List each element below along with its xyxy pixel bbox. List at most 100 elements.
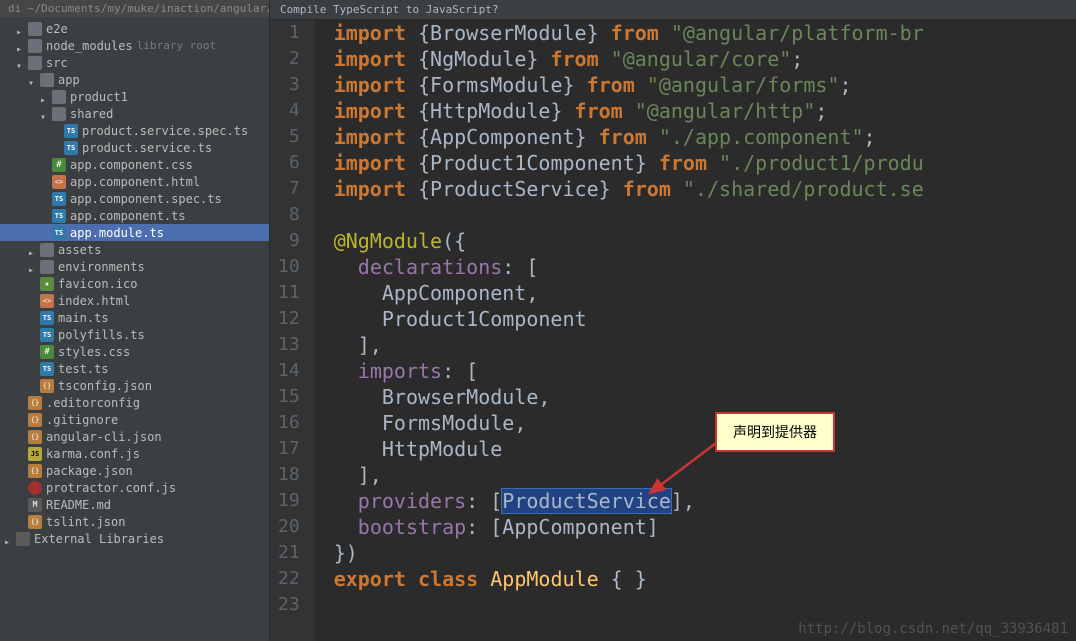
tree-item-environments[interactable]: environments	[0, 258, 269, 275]
tree-item-product-service-ts[interactable]: product.service.ts	[0, 139, 269, 156]
tree-item-readme-md[interactable]: README.md	[0, 496, 269, 513]
code-token: HttpModule	[382, 437, 502, 461]
md-icon	[28, 498, 42, 512]
tree-item-main-ts[interactable]: main.ts	[0, 309, 269, 326]
code-token: "@angular/core"	[611, 47, 792, 71]
code-line[interactable]	[334, 202, 1076, 228]
project-tree-sidebar[interactable]: di ~/Documents/my/muke/inaction/angular/…	[0, 0, 270, 641]
expand-arrow-icon[interactable]	[28, 75, 38, 85]
code-line[interactable]: import {ProductService} from "./shared/p…	[334, 176, 1076, 202]
code-line[interactable]: FormsModule,	[334, 410, 1076, 436]
code-token: FormsModule	[430, 73, 562, 97]
tree-item-polyfills-ts[interactable]: polyfills.ts	[0, 326, 269, 343]
tree-item-tsconfig-json[interactable]: tsconfig.json	[0, 377, 269, 394]
tree-item-index-html[interactable]: index.html	[0, 292, 269, 309]
code-token: {	[406, 125, 430, 149]
expand-arrow-icon	[28, 381, 38, 391]
tree-item-karma-conf-js[interactable]: karma.conf.js	[0, 445, 269, 462]
tree-item-external-libraries[interactable]: External Libraries	[0, 530, 269, 547]
code-line[interactable]: AppComponent,	[334, 280, 1076, 306]
expand-arrow-icon	[16, 415, 26, 425]
code-token	[334, 437, 382, 461]
code-line[interactable]: imports: [	[334, 358, 1076, 384]
code-content[interactable]: import {BrowserModule} from "@angular/pl…	[314, 20, 1076, 641]
tree-item-assets[interactable]: assets	[0, 241, 269, 258]
tree-item-app-component-ts[interactable]: app.component.ts	[0, 207, 269, 224]
code-area[interactable]: 1234567891011121314151617181920212223 im…	[270, 20, 1076, 641]
code-line[interactable]: import {HttpModule} from "@angular/http"…	[334, 98, 1076, 124]
expand-arrow-icon	[16, 449, 26, 459]
tree-item-app-component-spec-ts[interactable]: app.component.spec.ts	[0, 190, 269, 207]
line-number: 17	[278, 436, 300, 462]
code-line[interactable]: import {FormsModule} from "@angular/form…	[334, 72, 1076, 98]
code-line[interactable]: ],	[334, 332, 1076, 358]
expand-arrow-icon[interactable]	[28, 262, 38, 272]
tree-item-app[interactable]: app	[0, 71, 269, 88]
expand-arrow-icon[interactable]	[40, 92, 50, 102]
code-line[interactable]: import {Product1Component} from "./produ…	[334, 150, 1076, 176]
code-line[interactable]: @NgModule({	[334, 228, 1076, 254]
code-token: {	[406, 73, 430, 97]
code-token: from	[659, 151, 707, 175]
code-token	[635, 73, 647, 97]
json-icon	[28, 413, 42, 427]
tree-item-styles-css[interactable]: styles.css	[0, 343, 269, 360]
line-number: 8	[278, 202, 300, 228]
tree-item-src[interactable]: src	[0, 54, 269, 71]
code-line[interactable]: declarations: [	[334, 254, 1076, 280]
code-line[interactable]: import {BrowserModule} from "@angular/pl…	[334, 20, 1076, 46]
tree-item-angular-cli-json[interactable]: angular-cli.json	[0, 428, 269, 445]
tree-item--editorconfig[interactable]: .editorconfig	[0, 394, 269, 411]
code-token: {	[406, 47, 430, 71]
code-line[interactable]: bootstrap: [AppComponent]	[334, 514, 1076, 540]
code-line[interactable]: BrowserModule,	[334, 384, 1076, 410]
code-token: from	[587, 73, 635, 97]
tree-item-product-service-spec-ts[interactable]: product.service.spec.ts	[0, 122, 269, 139]
expand-arrow-icon	[28, 313, 38, 323]
tree-item-package-json[interactable]: package.json	[0, 462, 269, 479]
expand-arrow-icon[interactable]	[16, 41, 26, 51]
line-number: 22	[278, 566, 300, 592]
expand-arrow-icon[interactable]	[28, 245, 38, 255]
json-icon	[28, 464, 42, 478]
file-tree[interactable]: e2enode_moduleslibrary rootsrcappproduct…	[0, 17, 269, 550]
compile-hint-text: Compile TypeScript to JavaScript?	[280, 3, 499, 16]
code-line[interactable]: })	[334, 540, 1076, 566]
code-token: ProductService	[430, 177, 599, 201]
tree-item-e2e[interactable]: e2e	[0, 20, 269, 37]
code-token: ,	[538, 385, 550, 409]
expand-arrow-icon[interactable]	[40, 109, 50, 119]
tree-item-app-component-html[interactable]: app.component.html	[0, 173, 269, 190]
tree-item-protractor-conf-js[interactable]: protractor.conf.js	[0, 479, 269, 496]
tree-item-label: favicon.ico	[58, 277, 137, 291]
tree-item-label: app.component.spec.ts	[70, 192, 222, 206]
code-token: from	[623, 177, 671, 201]
code-token: }	[599, 177, 623, 201]
code-line[interactable]: export class AppModule { }	[334, 566, 1076, 592]
code-token: {	[406, 21, 430, 45]
tree-item-tslint-json[interactable]: tslint.json	[0, 513, 269, 530]
code-token: bootstrap	[358, 515, 466, 539]
tree-item--gitignore[interactable]: .gitignore	[0, 411, 269, 428]
compile-hint-bar[interactable]: Compile TypeScript to JavaScript?	[270, 0, 1076, 20]
code-line[interactable]: import {AppComponent} from "./app.compon…	[334, 124, 1076, 150]
tree-item-label: README.md	[46, 498, 111, 512]
code-line[interactable]	[334, 592, 1076, 618]
tree-item-favicon-ico[interactable]: favicon.ico	[0, 275, 269, 292]
tree-item-app-component-css[interactable]: app.component.css	[0, 156, 269, 173]
tree-item-product1[interactable]: product1	[0, 88, 269, 105]
tree-item-node-modules[interactable]: node_moduleslibrary root	[0, 37, 269, 54]
expand-arrow-icon[interactable]	[16, 24, 26, 34]
code-line[interactable]: import {NgModule} from "@angular/core";	[334, 46, 1076, 72]
expand-arrow-icon	[16, 517, 26, 527]
code-editor[interactable]: Compile TypeScript to JavaScript? 123456…	[270, 0, 1076, 641]
tree-item-shared[interactable]: shared	[0, 105, 269, 122]
code-token: }	[635, 151, 659, 175]
line-number: 19	[278, 488, 300, 514]
tree-item-app-module-ts[interactable]: app.module.ts	[0, 224, 269, 241]
expand-arrow-icon[interactable]	[4, 534, 14, 544]
tree-item-test-ts[interactable]: test.ts	[0, 360, 269, 377]
expand-arrow-icon[interactable]	[16, 58, 26, 68]
code-token	[334, 489, 358, 513]
code-line[interactable]: Product1Component	[334, 306, 1076, 332]
